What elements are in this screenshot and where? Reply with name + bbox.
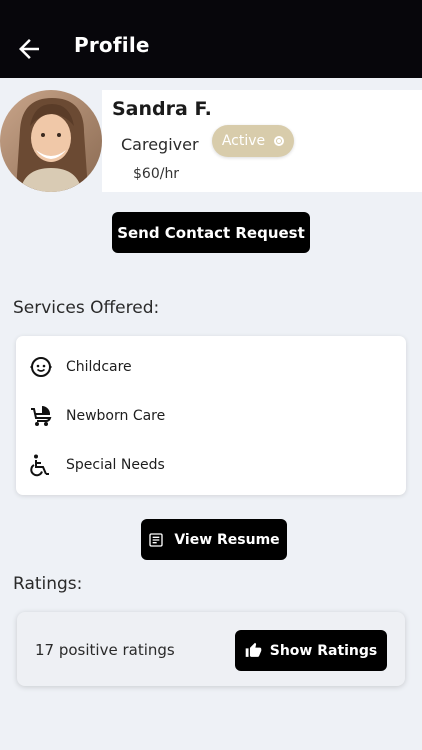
thumbs-up-icon <box>245 642 262 659</box>
avatar <box>0 90 102 192</box>
service-label: Special Needs <box>66 457 165 473</box>
page-title: Profile <box>74 33 150 57</box>
ratings-card: 17 positive ratings Show Ratings <box>17 612 405 686</box>
list-item-childcare: Childcare <box>28 354 132 380</box>
show-ratings-button[interactable]: Show Ratings <box>235 630 387 671</box>
stroller-icon <box>28 403 54 429</box>
services-title: Services Offered: <box>13 298 160 318</box>
radio-dot-icon <box>274 136 285 146</box>
profile-role: Caregiver <box>121 135 199 154</box>
service-label: Newborn Care <box>66 408 166 424</box>
baby-face-icon <box>28 354 54 380</box>
ratings-title: Ratings: <box>13 574 83 594</box>
arrow-left-icon[interactable] <box>14 34 44 64</box>
ratings-summary: 17 positive ratings <box>35 641 175 659</box>
status-label: Active <box>221 133 266 149</box>
list-item-newborn-care: Newborn Care <box>28 403 165 429</box>
document-list-icon <box>148 532 164 548</box>
list-item-special-needs: Special Needs <box>28 452 165 478</box>
status-badge: Active <box>212 125 294 157</box>
show-ratings-label: Show Ratings <box>269 642 378 659</box>
send-contact-request-button[interactable]: Send Contact Request <box>112 212 310 253</box>
view-resume-button[interactable]: View Resume <box>141 519 287 560</box>
app-header: Profile <box>0 0 422 78</box>
view-resume-label: View Resume <box>174 531 280 548</box>
profile-name: Sandra F. <box>112 98 212 120</box>
profile-rate: $60/hr <box>133 166 180 182</box>
service-label: Childcare <box>66 359 132 375</box>
wheelchair-icon <box>28 452 54 478</box>
services-card: Childcare Newborn Care Special Needs <box>16 336 406 495</box>
